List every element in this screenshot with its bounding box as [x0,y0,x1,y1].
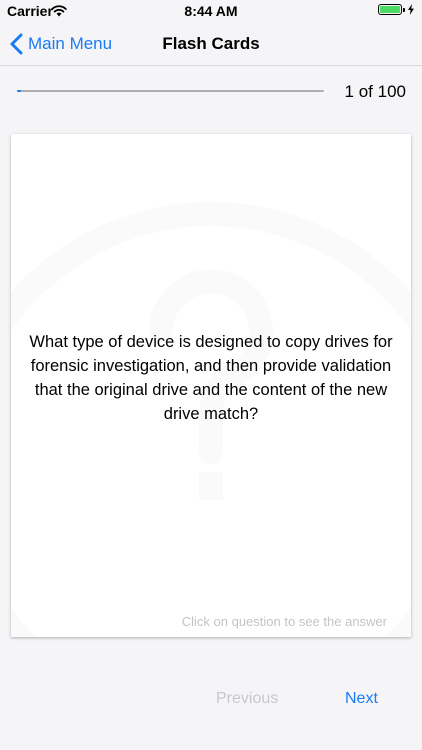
next-button[interactable]: Next [345,690,378,708]
progress-bar [17,90,324,92]
progress-bar-fill [17,90,21,92]
battery-icon [378,4,414,15]
progress-label: 1 of 100 [344,82,406,101]
charging-bolt-icon [408,4,414,15]
flash-card[interactable]: What type of device is designed to copy … [11,134,411,637]
previous-button[interactable]: Previous [216,690,278,708]
status-bar: Carrier 8:44 AM [0,0,422,22]
clock-label: 8:44 AM [184,3,238,19]
page-title: Flash Cards [162,34,260,53]
question-text: What type of device is designed to copy … [29,333,393,423]
navigation-bar: Main Menu Flash Cards [0,22,422,66]
answer-hint: Click on question to see the answer [181,614,387,629]
